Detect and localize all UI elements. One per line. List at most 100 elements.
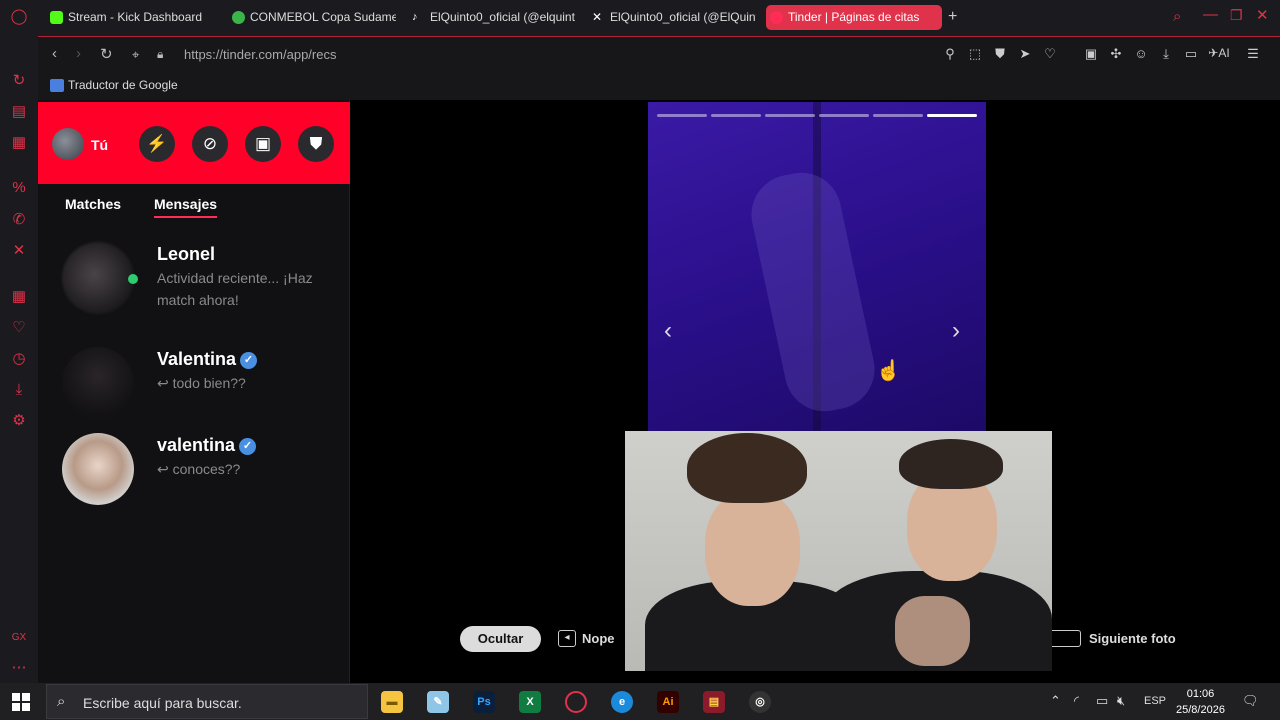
history-icon[interactable]: ◷ <box>9 349 29 369</box>
maximize-button[interactable]: ❐ <box>1230 7 1243 24</box>
whatsapp-icon[interactable]: ✆ <box>9 210 29 230</box>
profile-photo-card[interactable]: ‹ › ☝ <box>648 102 986 432</box>
tab-x[interactable]: ✕ ElQuinto0_oficial (@ElQuint <box>588 5 756 30</box>
location-pin-icon[interactable]: ⌖ <box>132 47 139 63</box>
more-icon[interactable]: ⋯ <box>9 658 29 678</box>
volume-muted-icon[interactable]: 🔇︎ <box>1117 693 1125 709</box>
back-icon[interactable]: ‹ <box>52 45 57 62</box>
forward-icon[interactable]: › <box>76 45 81 62</box>
taskbar-search-box[interactable]: ⌕ Escribe aquí para buscar. <box>46 684 368 719</box>
next-photo-icon[interactable]: › <box>952 317 960 345</box>
x-twitter-icon[interactable]: ✕ <box>9 241 29 261</box>
reload-icon[interactable]: ↻ <box>100 45 113 63</box>
conversation-item[interactable]: Valentina ✓ ↩ todo bien?? <box>38 345 350 435</box>
avatar[interactable] <box>52 128 84 160</box>
tab-tinder[interactable]: Tinder | Páginas de citas <box>766 5 942 30</box>
photo-subject <box>744 165 882 419</box>
profile-label[interactable]: Tú <box>91 137 108 153</box>
percent-icon[interactable]: % <box>9 178 29 198</box>
gx-icon[interactable]: GX <box>9 628 29 648</box>
puzzle-icon[interactable]: ✣ <box>1108 46 1124 62</box>
briefcase-icon[interactable]: ▣ <box>245 126 281 162</box>
settings-icon[interactable]: ⚙ <box>9 411 29 431</box>
search-tabs-icon[interactable]: ⌕ <box>1173 8 1181 25</box>
battery-saver-icon[interactable]: ▭ <box>1183 46 1199 62</box>
webcam-overlay <box>625 431 1052 671</box>
clock-date: 25/8/2026 <box>1176 704 1225 716</box>
notepad-icon[interactable]: ✎ <box>427 691 449 713</box>
aria-ai-icon[interactable]: ✈AI <box>1206 46 1232 60</box>
menu-icon[interactable]: ☰ <box>1245 46 1261 62</box>
file-explorer-icon[interactable]: ▬ <box>381 691 403 713</box>
winrar-icon[interactable]: ▤ <box>703 691 725 713</box>
download-icon[interactable]: ⤓ <box>9 380 29 400</box>
url-field[interactable]: https://tinder.com/app/recs <box>184 47 336 62</box>
tab-conmebol[interactable]: CONMEBOL Copa Sudame <box>228 5 396 30</box>
minimize-button[interactable]: — <box>1203 6 1218 23</box>
tab-matches[interactable]: Matches <box>65 196 121 212</box>
tab-title: Stream - Kick Dashboard <box>68 10 203 24</box>
extensions-panel-icon[interactable]: ▣ <box>1083 46 1099 62</box>
heart-icon[interactable]: ♡ <box>9 318 29 338</box>
search-icon: ⌕ <box>57 693 66 710</box>
address-bar: ‹ › ↻ ⌖ 🔒︎ https://tinder.com/app/recs ⚲… <box>38 36 1280 72</box>
tray-chevron-icon[interactable]: ⌃ <box>1050 693 1061 709</box>
download-icon[interactable]: ⤓ <box>1158 46 1174 62</box>
language-indicator[interactable]: ESP <box>1144 695 1166 707</box>
explore-icon[interactable]: ⊘ <box>192 126 228 162</box>
windows-start-icon[interactable] <box>12 693 30 711</box>
hide-button[interactable]: Ocultar <box>460 626 541 652</box>
tab-messages[interactable]: Mensajes <box>154 196 218 218</box>
online-indicator <box>128 274 138 284</box>
obs-icon[interactable]: ◎ <box>749 691 771 713</box>
pin-icon[interactable]: ⚲ <box>942 46 958 62</box>
excel-icon[interactable]: X <box>519 691 541 713</box>
photo-progress-segment <box>819 114 869 117</box>
illustrator-icon[interactable]: Ai <box>657 691 679 713</box>
safety-shield-icon[interactable]: ⛊ <box>298 126 334 162</box>
tab-title: CONMEBOL Copa Sudame <box>250 10 396 24</box>
nope-label[interactable]: Nope <box>582 631 615 646</box>
matches-tabs: Matches Mensajes <box>38 192 350 226</box>
photoshop-icon[interactable]: Ps <box>473 691 495 713</box>
nope-key-icon: ◂ <box>558 630 576 647</box>
snapshot-icon[interactable]: ⬚ <box>967 46 983 62</box>
shield-icon[interactable]: ⛊ <box>992 46 1008 62</box>
new-tab-button[interactable]: + <box>948 8 957 26</box>
tab-tiktok[interactable]: ♪ ElQuinto0_oficial (@elquint <box>408 5 576 30</box>
next-photo-label[interactable]: Siguiente foto <box>1089 631 1176 646</box>
system-clock[interactable]: 01:06 25/8/2026 <box>1176 686 1225 718</box>
avatar <box>62 242 134 314</box>
opera-gx-icon[interactable] <box>565 691 587 713</box>
wallet-icon[interactable]: ▤ <box>9 102 29 122</box>
bookmarks-bar: Traductor de Google <box>38 72 1280 100</box>
previous-photo-icon[interactable]: ‹ <box>664 317 672 345</box>
boost-icon[interactable]: ⚡ <box>139 126 175 162</box>
person-right-hair <box>899 439 1003 489</box>
photo-progress-segment <box>711 114 761 117</box>
kick-icon <box>50 11 63 24</box>
mail-icon[interactable]: ▦ <box>9 133 29 153</box>
verified-badge-icon: ✓ <box>240 352 258 369</box>
avatar <box>62 347 134 419</box>
heart-icon[interactable]: ♡ <box>1042 46 1058 62</box>
conversation-item[interactable]: valentina ✓ ↩ conoces?? <box>38 431 350 521</box>
notifications-icon[interactable]: 🗨︎ <box>1242 693 1259 709</box>
wifi-icon[interactable]: ◜ <box>1074 693 1079 709</box>
close-window-button[interactable]: ✕ <box>1256 6 1269 24</box>
refresh-speed-icon[interactable]: ↻ <box>9 71 29 91</box>
conversation-item[interactable]: Leonel Actividad reciente... ¡Haz match … <box>38 240 350 330</box>
lock-icon[interactable]: 🔒︎ <box>157 47 163 62</box>
bookmark-google-translate[interactable]: Traductor de Google <box>50 78 178 92</box>
profile-icon[interactable]: ☺ <box>1133 46 1149 61</box>
google-translate-icon <box>50 79 64 92</box>
avatar <box>62 433 134 505</box>
edge-icon[interactable]: e <box>611 691 633 713</box>
tab-kick[interactable]: Stream - Kick Dashboard <box>46 5 224 30</box>
battery-icon[interactable]: ▭ <box>1096 693 1108 709</box>
conversation-preview: ↩ conoces?? <box>157 461 241 477</box>
opera-logo-icon[interactable]: ◯ <box>9 7 29 27</box>
apps-grid-icon[interactable]: ▦ <box>9 287 29 307</box>
send-icon[interactable]: ➤ <box>1017 46 1033 62</box>
browser-sidebar: ◯ ↻ ▤ ▦ % ✆ ✕ ▦ ♡ ◷ ⤓ ⚙ GX ⋯ <box>0 0 38 683</box>
